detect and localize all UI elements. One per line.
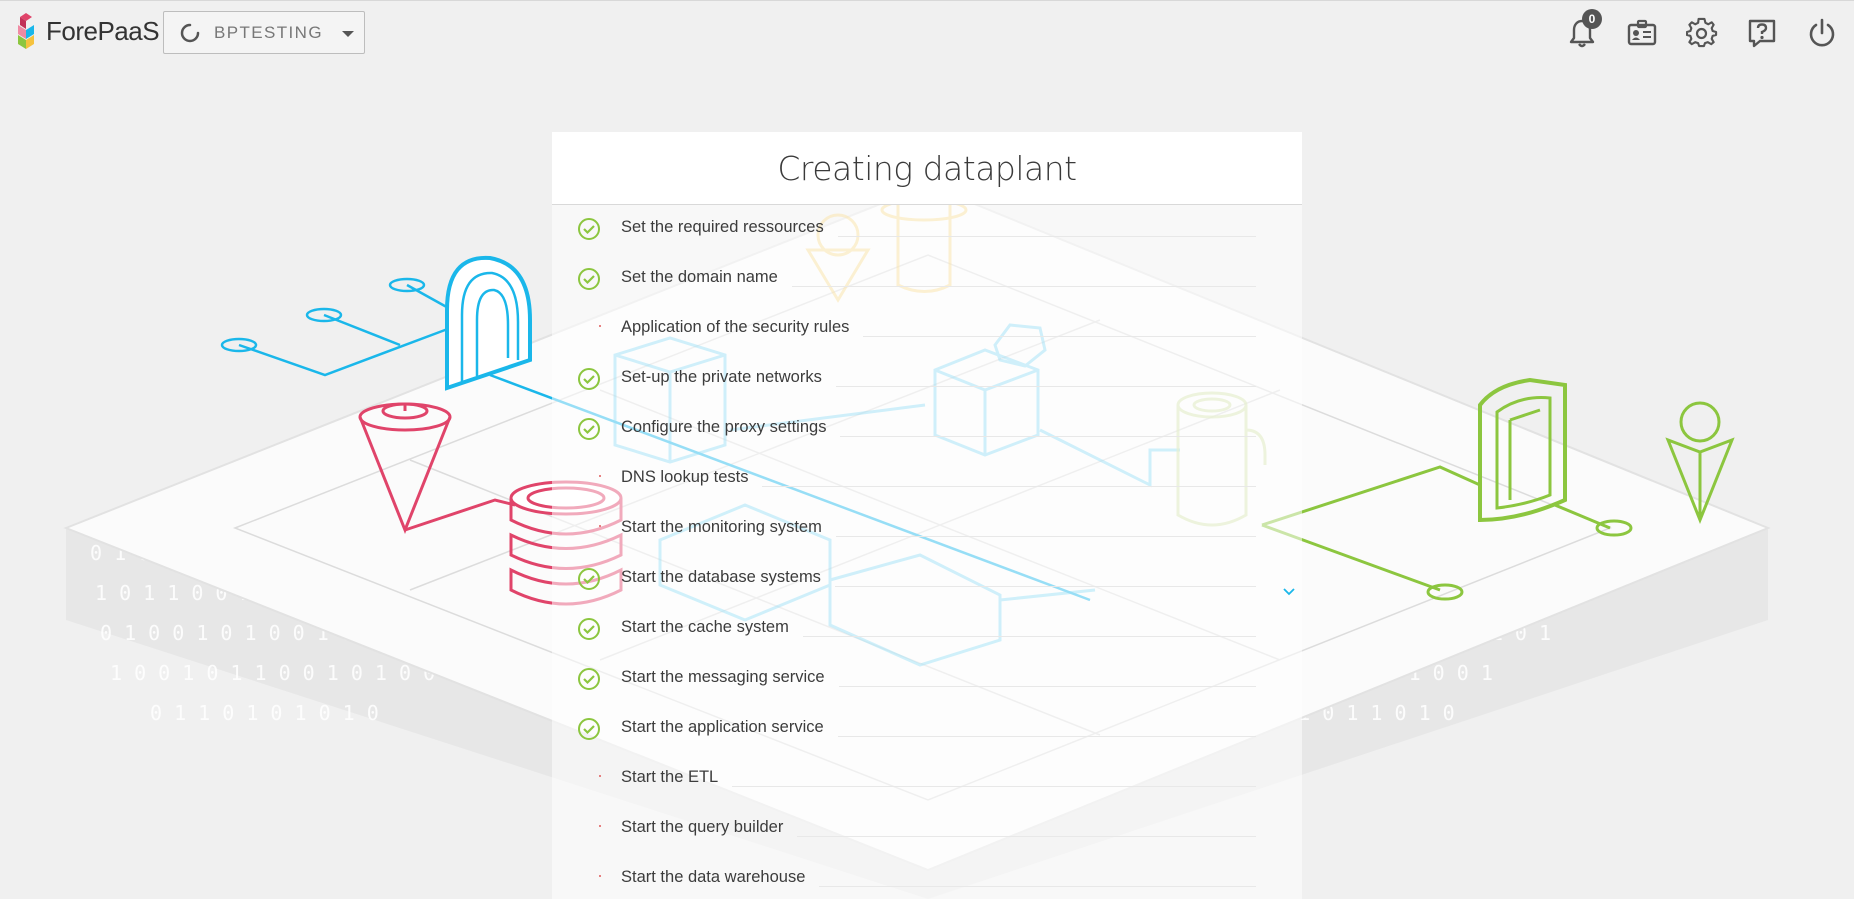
step-divider xyxy=(836,536,1256,537)
pending-indicator-icon xyxy=(599,775,601,777)
gear-icon xyxy=(1686,17,1718,48)
step-item: Start the messaging service xyxy=(552,653,1302,703)
step-item: Start the cache system xyxy=(552,603,1302,653)
step-item: Start the data warehouse xyxy=(552,853,1302,899)
step-label: Set-up the private networks xyxy=(621,368,822,386)
check-circle-icon xyxy=(578,618,600,640)
check-circle-icon xyxy=(578,718,600,740)
panel-title: Creating dataplant xyxy=(777,148,1077,188)
step-label: Start the ETL xyxy=(621,768,719,786)
panel-header: Creating dataplant xyxy=(552,132,1302,205)
step-divider xyxy=(836,386,1256,387)
step-divider xyxy=(835,586,1256,587)
pending-indicator-icon xyxy=(599,875,601,877)
step-label: Start the query builder xyxy=(621,818,784,836)
step-label: Configure the proxy settings xyxy=(621,418,827,436)
step-divider xyxy=(732,786,1256,787)
step-item: Set the domain name xyxy=(552,253,1302,303)
step-divider xyxy=(797,836,1256,837)
step-list: Set the required ressources Set the domai… xyxy=(552,205,1302,899)
step-divider xyxy=(762,486,1256,487)
svg-text:0 1 1 0 1 0 1 0 1 0: 0 1 1 0 1 0 1 0 1 0 xyxy=(150,701,379,725)
help-button[interactable] xyxy=(1742,13,1782,53)
step-divider xyxy=(838,736,1256,737)
svg-text:1 0 0 1 0 1 1 0 0 1 0 1 0 0: 1 0 0 1 0 1 1 0 0 1 0 1 0 0 xyxy=(110,661,435,685)
pending-indicator-icon xyxy=(599,825,601,827)
settings-button[interactable] xyxy=(1682,13,1722,53)
top-bar: ForePaaS BPTESTING 0 xyxy=(0,0,1854,64)
forepaas-logo[interactable]: ForePaaS xyxy=(12,11,160,51)
help-icon xyxy=(1748,19,1776,48)
check-circle-icon xyxy=(578,218,600,240)
step-label: Start the data warehouse xyxy=(621,868,806,886)
chevron-down-icon xyxy=(342,31,354,37)
loading-circle-icon xyxy=(180,23,200,42)
creation-progress-panel: Creating dataplant Set the required ress… xyxy=(552,132,1302,899)
step-item: Application of the security rules xyxy=(552,303,1302,353)
check-circle-icon xyxy=(578,668,600,690)
step-divider xyxy=(792,286,1256,287)
forepaas-logo-icon xyxy=(18,13,34,49)
step-item: Set-up the private networks xyxy=(552,353,1302,403)
pending-indicator-icon xyxy=(599,525,601,527)
step-divider xyxy=(803,636,1256,637)
id-card-icon xyxy=(1627,19,1657,46)
brand-name: ForePaaS xyxy=(46,15,160,46)
step-label: DNS lookup tests xyxy=(621,468,749,486)
step-item: Start the monitoring system xyxy=(552,503,1302,553)
step-label: Start the database systems xyxy=(621,568,821,586)
project-name: BPTESTING xyxy=(214,22,323,42)
pending-indicator-icon xyxy=(599,475,601,477)
step-label: Application of the security rules xyxy=(621,318,850,336)
step-divider xyxy=(838,236,1256,237)
notifications-button[interactable]: 0 xyxy=(1562,9,1602,53)
check-circle-icon xyxy=(578,368,600,390)
step-label: Start the monitoring system xyxy=(621,518,822,536)
chevron-down-icon[interactable] xyxy=(1282,587,1296,597)
step-label: Set the required ressources xyxy=(621,218,824,236)
step-label: Set the domain name xyxy=(621,268,778,286)
step-item: Start the ETL xyxy=(552,753,1302,803)
profile-button[interactable] xyxy=(1622,13,1662,53)
step-divider xyxy=(819,886,1256,887)
check-circle-icon xyxy=(578,268,600,290)
pending-indicator-icon xyxy=(599,325,601,327)
step-item: Set the required ressources xyxy=(552,203,1302,253)
step-divider xyxy=(863,336,1256,337)
step-item: Configure the proxy settings xyxy=(552,403,1302,453)
step-item: Start the query builder xyxy=(552,803,1302,853)
step-label: Start the messaging service xyxy=(621,668,825,686)
notification-count-badge: 0 xyxy=(1582,9,1602,29)
step-divider xyxy=(840,436,1256,437)
step-item: Start the application service xyxy=(552,703,1302,753)
check-circle-icon xyxy=(578,568,600,590)
step-item: DNS lookup tests xyxy=(552,453,1302,503)
logout-button[interactable] xyxy=(1802,13,1842,53)
project-selector[interactable]: BPTESTING xyxy=(163,11,365,54)
step-label: Start the cache system xyxy=(621,618,789,636)
step-divider xyxy=(839,686,1256,687)
step-item: Start the database systems xyxy=(552,553,1302,603)
check-circle-icon xyxy=(578,418,600,440)
step-label: Start the application service xyxy=(621,718,824,736)
power-icon xyxy=(1809,18,1835,47)
